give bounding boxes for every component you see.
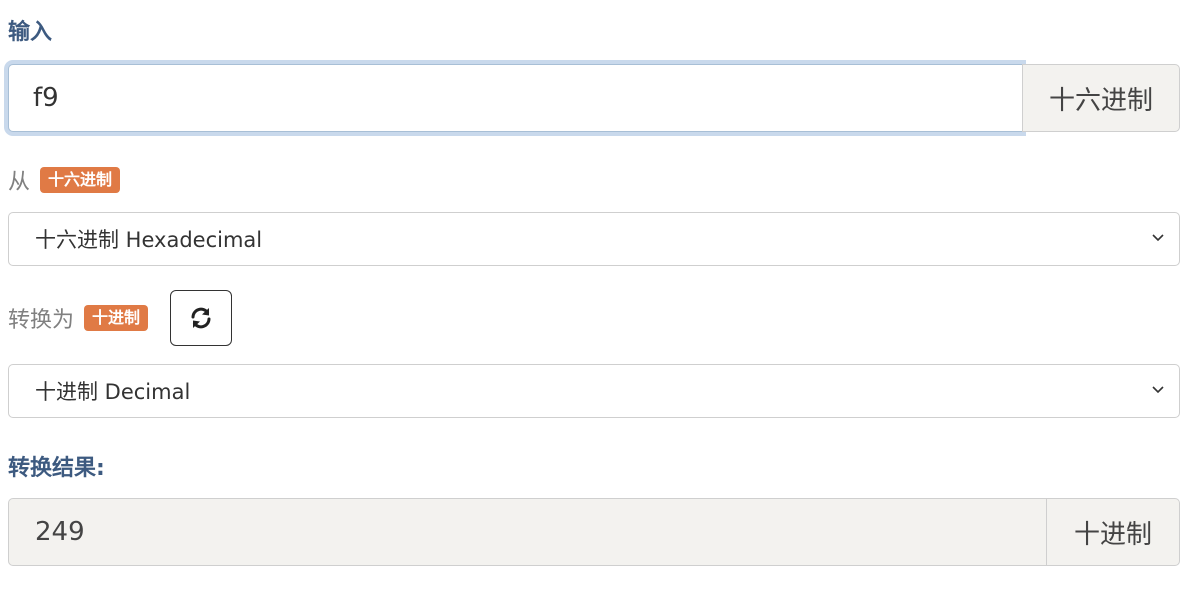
to-base-select[interactable]: 十进制 Decimal: [8, 364, 1180, 418]
to-badge: 十进制: [84, 305, 149, 331]
result-label: 转换结果:: [8, 456, 105, 481]
to-label: 转换为: [8, 308, 75, 333]
from-badge: 十六进制: [40, 167, 121, 193]
input-unit-addon: 十六进制: [1022, 64, 1180, 132]
input-label: 输入: [8, 20, 53, 45]
chevron-down-icon: [1152, 234, 1164, 242]
to-label-row: 转换为 十进制: [8, 290, 233, 346]
result-unit-addon: 十进制: [1046, 498, 1180, 566]
from-base-select-value: 十六进制 Hexadecimal: [35, 228, 263, 252]
from-base-select[interactable]: 十六进制 Hexadecimal: [8, 212, 1180, 266]
swap-button[interactable]: [170, 290, 233, 346]
number-input[interactable]: [8, 64, 1022, 132]
refresh-icon: [191, 307, 211, 329]
to-base-select-value: 十进制 Decimal: [35, 380, 191, 404]
chevron-down-icon: [1152, 386, 1164, 394]
input-group: 十六进制: [8, 64, 1180, 132]
from-label-row: 从 十六进制: [8, 164, 121, 196]
from-label: 从: [8, 170, 31, 195]
result-value: 249: [8, 498, 1046, 566]
result-group: 249 十进制: [8, 498, 1180, 566]
